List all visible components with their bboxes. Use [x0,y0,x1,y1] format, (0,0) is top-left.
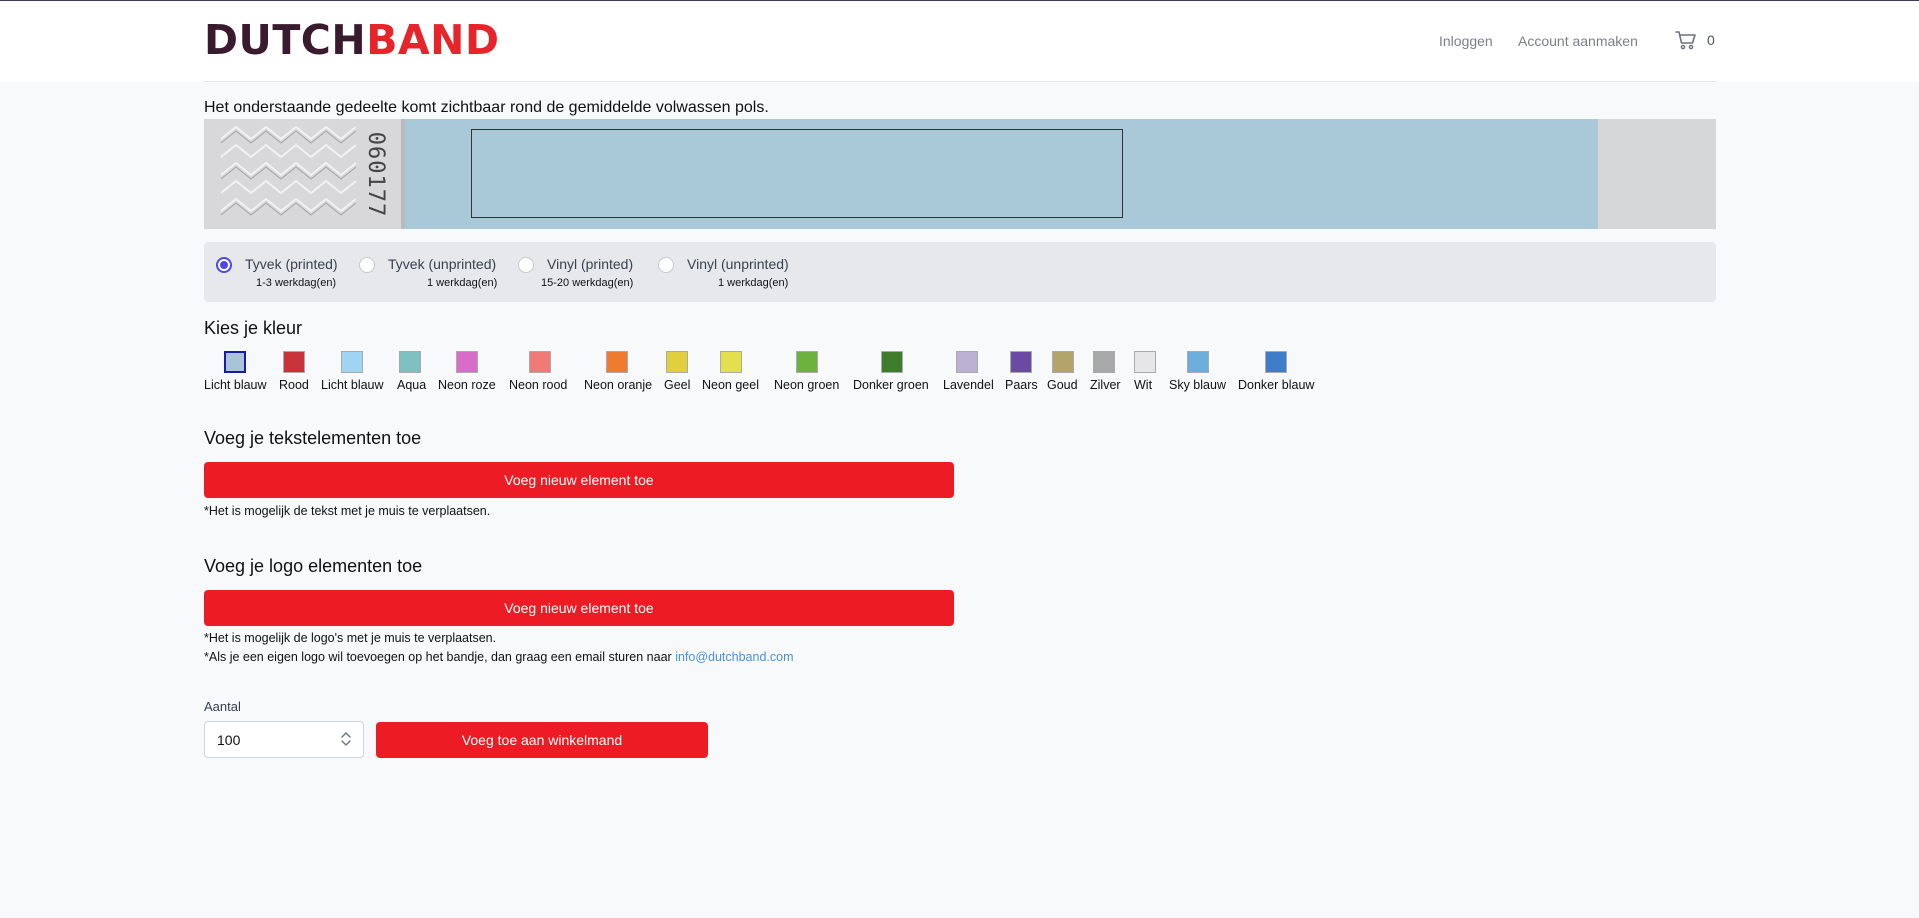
color-name: Rood [279,378,309,392]
color-box[interactable] [224,351,246,373]
logo-text-band: BAND [366,16,500,64]
email-link[interactable]: info@dutchband.com [675,650,793,664]
option-delivery: 1 werkdag(en) [427,277,498,289]
color-box[interactable] [1265,351,1287,373]
text-move-note: *Het is mogelijk de tekst met je muis te… [204,504,491,518]
color-box[interactable] [796,351,818,373]
cart-count: 0 [1707,32,1715,48]
intro-text: Het onderstaande gedeelte komt zichtbaar… [204,99,769,116]
color-box[interactable] [399,351,421,373]
color-name: Aqua [397,378,427,392]
color-name: Sky blauw [1169,378,1226,392]
color-name: Lavendel [943,378,994,392]
radio-tyvek-unprinted[interactable] [359,257,375,273]
wristband-tab-pattern [220,125,357,216]
logo-move-note: *Het is mogelijk de logo's met je muis t… [204,631,497,645]
color-box[interactable] [1052,351,1074,373]
color-box[interactable] [1010,351,1032,373]
color-box[interactable] [529,351,551,373]
option-label: Vinyl (unprinted) [687,256,789,272]
color-name: Neon rood [509,378,568,392]
color-box[interactable] [606,351,628,373]
color-box[interactable] [666,351,688,373]
color-box[interactable] [283,351,305,373]
radio-tyvek-printed[interactable] [216,257,232,273]
radio-vinyl-unprinted[interactable] [658,257,674,273]
color-name: Donker groen [853,378,929,392]
color-box[interactable] [956,351,978,373]
color-name: Neon oranje [584,378,653,392]
wristband-tab-edge [401,119,405,229]
color-name: Neon geel [702,378,759,392]
color-name: Donker blauw [1238,378,1315,392]
color-box[interactable] [1134,351,1156,373]
radio-vinyl-printed[interactable] [518,257,534,273]
color-name: Paars [1005,378,1038,392]
logo-email-note: *Als je een eigen logo wil toevoegen op … [204,650,794,664]
wristband-tab: 060177 [204,119,401,229]
wristband-preview: 060177 [204,119,1716,229]
option-delivery: 15-20 werkdag(en) [541,277,634,289]
logo-elements-title: Voeg je logo elementen toe [204,556,423,576]
option-label: Tyvek (unprinted) [388,256,497,272]
option-delivery: 1 werkdag(en) [718,277,789,289]
dutchband-logo[interactable]: DUTCH BAND [204,19,500,61]
add-logo-element-button[interactable]: Voeg nieuw element toe [204,590,954,626]
color-box[interactable] [720,351,742,373]
color-name: Licht blauw [204,378,267,392]
nav-create-account-link[interactable]: Account aanmaken [1518,33,1638,49]
add-text-element-button[interactable]: Voeg nieuw element toe [204,462,954,498]
color-name: Neon groen [774,378,840,392]
color-box[interactable] [456,351,478,373]
color-name: Zilver [1090,378,1121,392]
add-to-cart-button[interactable]: Voeg toe aan winkelmand [376,722,708,758]
nav-login-link[interactable]: Inloggen [1439,33,1493,49]
color-name: Neon roze [438,378,496,392]
text-elements-title: Voeg je tekstelementen toe [204,428,422,448]
color-name: Goud [1047,378,1078,392]
logo-text-dutch: DUTCH [204,16,367,64]
quantity-stepper-icon[interactable] [340,729,352,749]
color-name: Licht blauw [321,378,384,392]
color-box[interactable] [1093,351,1115,373]
color-name: Wit [1134,378,1153,392]
header-divider [204,81,1716,82]
option-label: Tyvek (printed) [245,256,338,272]
wristband-print-area[interactable] [471,129,1123,218]
color-section-title: Kies je kleur [204,318,303,338]
option-label: Vinyl (printed) [547,256,634,272]
wristband-end [1598,119,1716,229]
option-delivery: 1-3 werkdag(en) [256,277,337,289]
color-name: Geel [664,378,691,392]
logo-email-note-text: *Als je een eigen logo wil toevoegen op … [204,650,672,664]
quantity-label: Aantal [204,699,241,714]
wristband-serial: 060177 [363,131,389,217]
material-options: Tyvek (printed) 1-3 werkdag(en) Tyvek (u… [204,242,1716,302]
color-box[interactable] [341,351,363,373]
site-header: DUTCH BAND Inloggen Account aanmaken 0 [0,1,1919,82]
shopping-cart-icon [1675,31,1696,50]
color-box[interactable] [1187,351,1209,373]
color-box[interactable] [881,351,903,373]
cart-button[interactable]: 0 [1675,30,1715,50]
